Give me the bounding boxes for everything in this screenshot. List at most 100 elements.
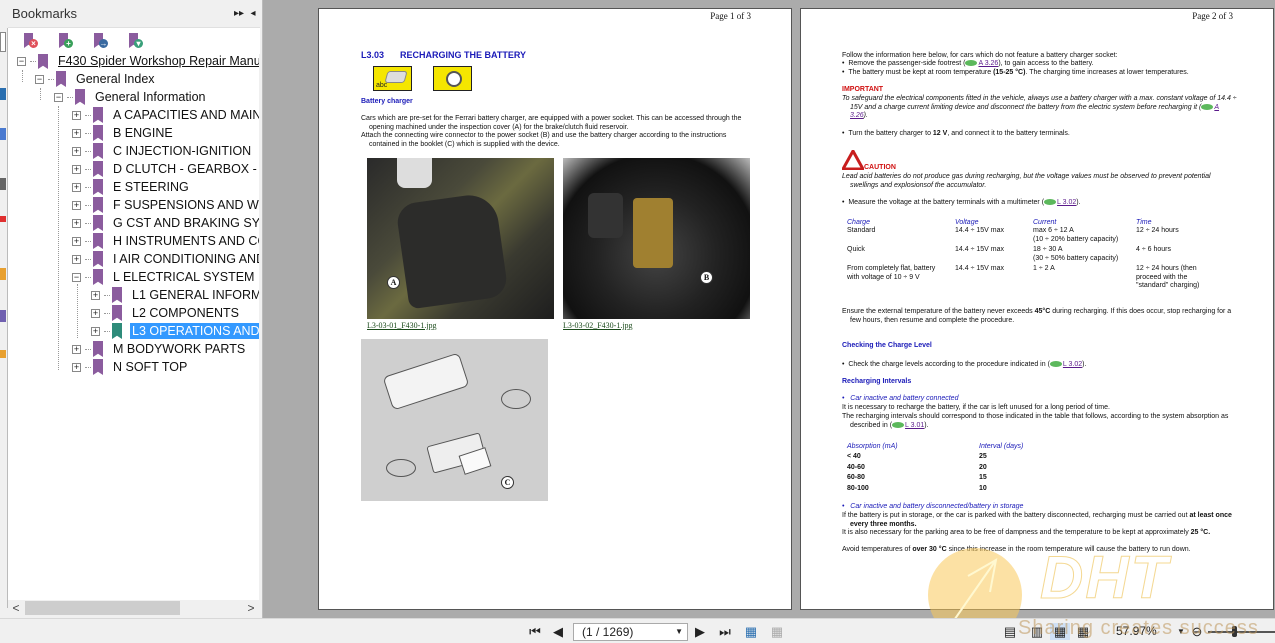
tree-node-section[interactable]: + E STEERING (72, 178, 191, 196)
tree-node-label[interactable]: A CAPACITIES AND MAINTI (111, 107, 259, 123)
first-page-button[interactable]: ⏮ (526, 623, 544, 640)
continuous-view-button[interactable]: ▥ (1030, 623, 1044, 640)
tree-node-label[interactable]: L3 OPERATIONS AND C (130, 323, 259, 339)
cross-reference-link[interactable]: L 3.02 (1057, 199, 1076, 206)
zoom-slider-thumb[interactable] (1232, 626, 1237, 637)
expand-icon[interactable]: + (72, 218, 81, 228)
collapse-icon[interactable]: − (54, 92, 63, 102)
tree-node-label[interactable]: F430 Spider Workshop Repair Manual (56, 54, 259, 69)
expand-icon[interactable]: + (72, 344, 81, 354)
tree-node-general-index[interactable]: − General Index (35, 70, 157, 88)
expand-icon[interactable]: + (72, 254, 81, 264)
photo-caption-link[interactable]: L3-03-02_F430-1.jpg (563, 321, 633, 330)
tree-node-label[interactable]: N SOFT TOP (111, 359, 189, 375)
scroll-right-icon[interactable]: > (243, 600, 259, 616)
go-to-bookmark-button[interactable]: → (92, 32, 108, 50)
expand-icon[interactable]: + (72, 236, 81, 246)
scroll-left-icon[interactable]: < (8, 600, 24, 616)
panel-collapse-icon[interactable]: ◂ (246, 8, 260, 19)
previous-page-button[interactable]: ◀ (550, 623, 566, 640)
expand-icon[interactable]: + (72, 164, 81, 174)
tree-node-subsection[interactable]: + L1 GENERAL INFORMAT (91, 286, 259, 304)
add-bookmark-button[interactable]: + (57, 32, 73, 50)
tree-node-label[interactable]: B ENGINE (111, 125, 175, 141)
bookmark-properties-button[interactable]: ▾ (127, 32, 143, 50)
tree-node-section[interactable]: + I AIR CONDITIONING AND I (72, 250, 259, 268)
tree-node-section[interactable]: + M BODYWORK PARTS (72, 340, 247, 358)
tree-node-subsection[interactable]: + L2 COMPONENTS (91, 304, 241, 322)
collapse-icon[interactable]: − (35, 74, 44, 84)
next-page-button[interactable]: ▶ (692, 623, 708, 640)
annotation-icon[interactable] (0, 216, 6, 222)
zoom-slider[interactable] (1208, 631, 1275, 633)
tree-node-section[interactable]: − L ELECTRICAL SYSTEM (72, 268, 256, 286)
expand-icon[interactable]: + (72, 200, 81, 210)
tree-node-section[interactable]: + C INJECTION-IGNITION (72, 142, 253, 160)
tree-node-section[interactable]: + H INSTRUMENTS AND CON (72, 232, 259, 250)
signature-icon[interactable] (0, 350, 6, 358)
expand-icon[interactable]: + (72, 110, 81, 120)
tree-node-section[interactable]: + F SUSPENSIONS AND WHEI (72, 196, 259, 214)
tree-node-label[interactable]: G CST AND BRAKING SYST (111, 215, 259, 231)
collapse-icon[interactable]: − (17, 56, 26, 66)
photo-caption-link[interactable]: L3-03-01_F430-1.jpg (367, 321, 437, 330)
scrollbar-thumb[interactable] (25, 601, 180, 615)
tree-node-section[interactable]: + A CAPACITIES AND MAINTI (72, 106, 259, 124)
tree-node-section[interactable]: + B ENGINE (72, 124, 175, 142)
continuous-facing-view-button[interactable]: ▦ (1076, 623, 1090, 640)
expand-icon[interactable]: + (72, 146, 81, 156)
tree-node-label[interactable]: General Index (74, 71, 157, 87)
bookmarks-horizontal-scrollbar[interactable]: < > (8, 600, 259, 616)
bookmarks-tab-icon[interactable] (0, 88, 6, 100)
tree-node-general-information[interactable]: − General Information (54, 88, 207, 106)
bookmarks-title: Bookmarks (12, 6, 78, 21)
tree-node-section[interactable]: + D CLUTCH - GEARBOX - DIF (72, 160, 259, 178)
attachments-icon[interactable] (0, 268, 6, 280)
cross-reference-link[interactable]: A 3.26 (978, 60, 998, 67)
tree-node-label[interactable]: L ELECTRICAL SYSTEM (111, 269, 256, 285)
pdf-viewer-window: Bookmarks ▸▸ ◂ × + → ▾ − F430 Spider Wor… (0, 0, 1275, 643)
tree-node-subsection-selected[interactable]: + L3 OPERATIONS AND C (91, 322, 259, 340)
next-view-button[interactable]: ▦ (768, 623, 786, 640)
tree-node-section[interactable]: + G CST AND BRAKING SYST (72, 214, 259, 232)
tree-node-label[interactable]: L1 GENERAL INFORMAT (130, 287, 259, 303)
expand-icon[interactable]: + (72, 128, 81, 138)
panel-expand-icon[interactable]: ▸▸ (232, 8, 246, 19)
tree-node-label[interactable]: General Information (93, 89, 207, 105)
layers-icon[interactable] (0, 128, 6, 140)
expand-icon[interactable]: + (72, 182, 81, 192)
document-view[interactable]: Page 1 of 3 L3.03 RECHARGING THE BATTERY… (263, 0, 1275, 618)
collapse-icon[interactable]: − (72, 272, 81, 282)
facing-view-button[interactable]: ▦ (1050, 623, 1070, 640)
expand-icon[interactable]: + (91, 308, 100, 318)
absorption-table: Absorption (mA) Interval (days) < 40 25 40… (847, 442, 1079, 493)
connector (588, 193, 623, 238)
comments-icon[interactable] (0, 178, 6, 190)
expand-icon[interactable]: + (91, 290, 100, 300)
tree-node-label[interactable]: H INSTRUMENTS AND CON (111, 233, 259, 249)
last-page-button[interactable]: ⏭ (716, 623, 734, 640)
tree-node-label[interactable]: L2 COMPONENTS (130, 305, 241, 321)
tree-node-section[interactable]: + N SOFT TOP (72, 358, 189, 376)
tree-node-label[interactable]: D CLUTCH - GEARBOX - DIF (111, 161, 259, 177)
cross-reference-link[interactable]: L 3.02 (1063, 361, 1082, 368)
tree-node-root[interactable]: − F430 Spider Workshop Repair Manual (17, 54, 259, 70)
tree-node-label[interactable]: I AIR CONDITIONING AND I (111, 251, 259, 267)
cross-reference-link[interactable]: L 3.01 (905, 422, 924, 429)
expand-icon[interactable]: + (72, 362, 81, 372)
previous-view-button[interactable]: ▦ (742, 623, 760, 640)
expand-icon[interactable]: + (91, 326, 100, 336)
zoom-out-button[interactable]: ⊖ (1189, 623, 1205, 640)
tree-node-label[interactable]: F SUSPENSIONS AND WHEI (111, 197, 259, 213)
delete-bookmark-button[interactable]: × (22, 32, 38, 50)
single-page-view-button[interactable]: ▤ (1003, 623, 1017, 640)
zoom-dropdown-icon[interactable]: ▼ (1176, 623, 1186, 640)
page-number-dropdown[interactable]: (1 / 1269) ▼ (573, 623, 688, 641)
page-thumbnail-icon[interactable] (0, 32, 6, 52)
table-cell: From completely flat, battery with volta… (847, 265, 936, 281)
zoom-level[interactable]: 57.97% (1116, 623, 1157, 640)
tree-node-label[interactable]: M BODYWORK PARTS (111, 341, 247, 357)
tree-node-label[interactable]: E STEERING (111, 179, 191, 195)
tree-node-label[interactable]: C INJECTION-IGNITION (111, 143, 253, 159)
search-icon[interactable] (0, 310, 6, 322)
